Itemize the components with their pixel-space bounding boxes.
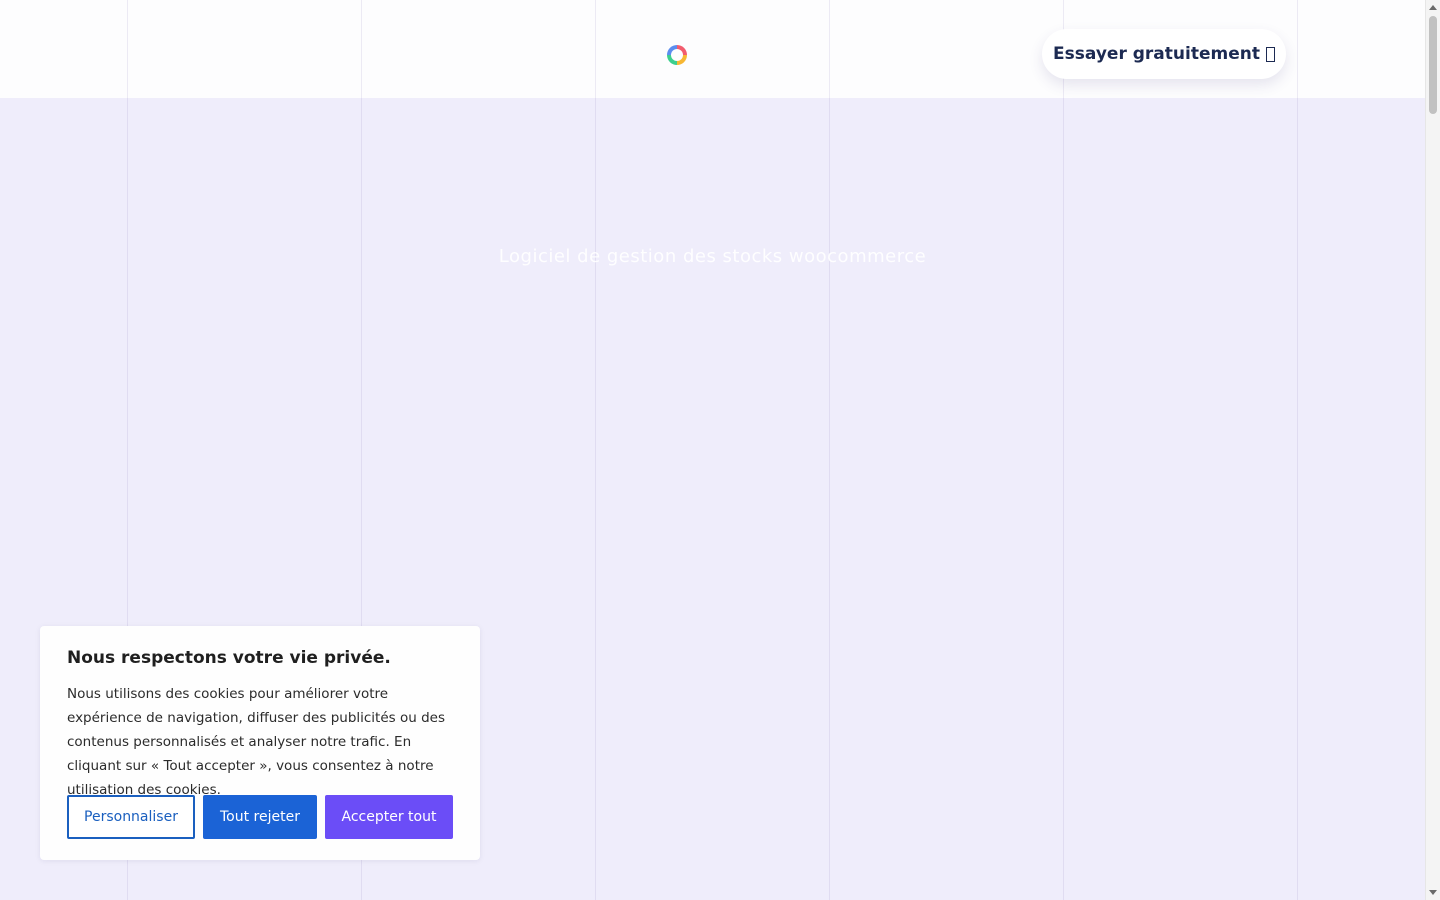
missing-glyph-icon (1265, 46, 1275, 62)
try-free-button[interactable]: Essayer gratuitement (1042, 29, 1286, 79)
grid-line (595, 0, 596, 900)
customize-button[interactable]: Personnaliser (67, 795, 195, 839)
scroll-down-icon[interactable] (1429, 890, 1437, 895)
ring-logo-icon[interactable] (667, 45, 687, 65)
reject-all-button[interactable]: Tout rejeter (203, 795, 317, 839)
hero-title: Logiciel de gestion des stocks woocommer… (498, 246, 927, 267)
scroll-up-icon[interactable] (1429, 5, 1437, 10)
header-band (0, 98, 1425, 110)
try-free-label: Essayer gratuitement (1053, 44, 1260, 64)
accept-all-button[interactable]: Accepter tout (325, 795, 453, 839)
scroll-thumb[interactable] (1429, 16, 1437, 114)
cookie-title: Nous respectons votre vie privée. (67, 648, 391, 668)
cookie-button-row: Personnaliser Tout rejeter Accepter tout (67, 795, 453, 839)
grid-line (1063, 0, 1064, 900)
grid-line (829, 0, 830, 900)
vertical-scrollbar[interactable] (1425, 0, 1440, 900)
cookie-banner: Nous respectons votre vie privée. Nous u… (40, 626, 480, 860)
page: Essayer gratuitement Logiciel de gestion… (0, 0, 1425, 900)
cookie-text: Nous utilisons des cookies pour améliore… (67, 686, 445, 798)
grid-line (1297, 0, 1298, 900)
